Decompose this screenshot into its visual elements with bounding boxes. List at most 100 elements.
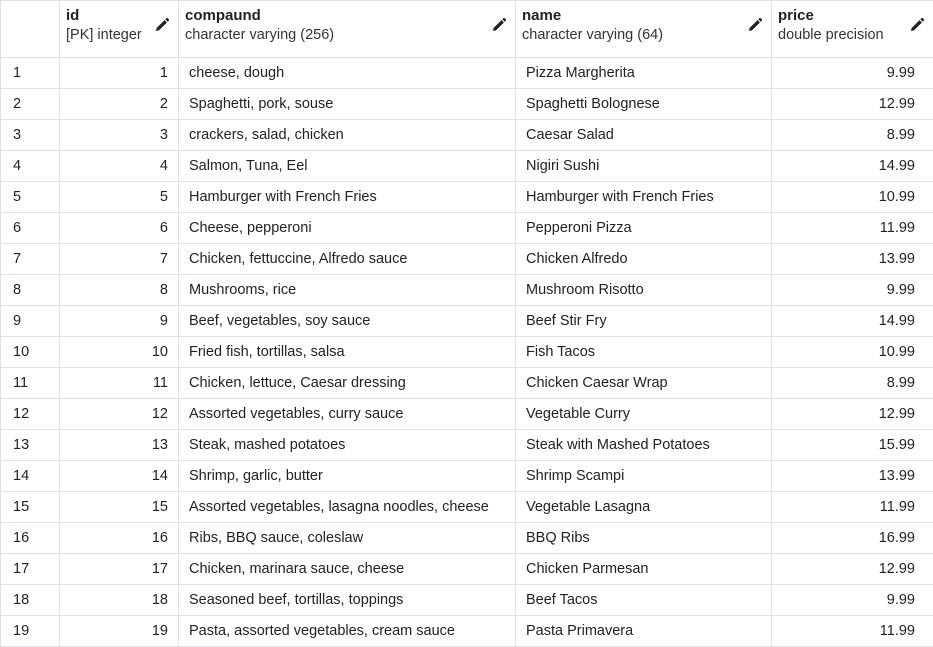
name-cell[interactable]: Vegetable Lasagna bbox=[515, 491, 772, 523]
price-cell[interactable]: 10.99 bbox=[771, 336, 933, 368]
row-number-cell[interactable]: 14 bbox=[0, 460, 60, 492]
price-cell[interactable]: 12.99 bbox=[771, 88, 933, 120]
name-cell[interactable]: Shrimp Scampi bbox=[515, 460, 772, 492]
pencil-icon[interactable] bbox=[909, 17, 925, 33]
price-cell[interactable]: 11.99 bbox=[771, 491, 933, 523]
name-cell[interactable]: Beef Tacos bbox=[515, 584, 772, 616]
id-cell[interactable]: 12 bbox=[59, 398, 179, 430]
row-number-cell[interactable]: 11 bbox=[0, 367, 60, 399]
table-row[interactable]: 7 7 Chicken, fettuccine, Alfredo sauce Chic… bbox=[0, 243, 933, 275]
column-header-price[interactable]: price double precision bbox=[771, 0, 933, 58]
name-cell[interactable]: Mushroom Risotto bbox=[515, 274, 772, 306]
compaund-cell[interactable]: Assorted vegetables, lasagna noodles, ch… bbox=[178, 491, 516, 523]
price-cell[interactable]: 13.99 bbox=[771, 243, 933, 275]
table-row[interactable]: 8 8 Mushrooms, rice Mushroom Risotto 9.99 bbox=[0, 274, 933, 306]
id-cell[interactable]: 16 bbox=[59, 522, 179, 554]
compaund-cell[interactable]: Spaghetti, pork, souse bbox=[178, 88, 516, 120]
id-cell[interactable]: 13 bbox=[59, 429, 179, 461]
name-cell[interactable]: Chicken Parmesan bbox=[515, 553, 772, 585]
row-number-cell[interactable]: 12 bbox=[0, 398, 60, 430]
table-row[interactable]: 15 15 Assorted vegetables, lasagna noodles… bbox=[0, 491, 933, 523]
table-row[interactable]: 4 4 Salmon, Tuna, Eel Nigiri Sushi 14.99 bbox=[0, 150, 933, 182]
compaund-cell[interactable]: Chicken, marinara sauce, cheese bbox=[178, 553, 516, 585]
name-cell[interactable]: Spaghetti Bolognese bbox=[515, 88, 772, 120]
price-cell[interactable]: 16.99 bbox=[771, 522, 933, 554]
table-row[interactable]: 9 9 Beef, vegetables, soy sauce Beef Stir F… bbox=[0, 305, 933, 337]
name-cell[interactable]: Beef Stir Fry bbox=[515, 305, 772, 337]
id-cell[interactable]: 17 bbox=[59, 553, 179, 585]
price-cell[interactable]: 12.99 bbox=[771, 398, 933, 430]
id-cell[interactable]: 6 bbox=[59, 212, 179, 244]
id-cell[interactable]: 19 bbox=[59, 615, 179, 647]
row-number-cell[interactable]: 8 bbox=[0, 274, 60, 306]
table-row[interactable]: 5 5 Hamburger with French Fries Hamburger w… bbox=[0, 181, 933, 213]
id-cell[interactable]: 14 bbox=[59, 460, 179, 492]
name-cell[interactable]: Hamburger with French Fries bbox=[515, 181, 772, 213]
name-cell[interactable]: Steak with Mashed Potatoes bbox=[515, 429, 772, 461]
name-cell[interactable]: Chicken Caesar Wrap bbox=[515, 367, 772, 399]
row-number-cell[interactable]: 2 bbox=[0, 88, 60, 120]
table-row[interactable]: 12 12 Assorted vegetables, curry sauce Vege… bbox=[0, 398, 933, 430]
id-cell[interactable]: 4 bbox=[59, 150, 179, 182]
compaund-cell[interactable]: Seasoned beef, tortillas, toppings bbox=[178, 584, 516, 616]
table-row[interactable]: 6 6 Cheese, pepperoni Pepperoni Pizza 11.99 bbox=[0, 212, 933, 244]
id-cell[interactable]: 3 bbox=[59, 119, 179, 151]
compaund-cell[interactable]: cheese, dough bbox=[178, 57, 516, 89]
row-number-cell[interactable]: 19 bbox=[0, 615, 60, 647]
name-cell[interactable]: Caesar Salad bbox=[515, 119, 772, 151]
row-number-header[interactable] bbox=[0, 0, 60, 58]
id-cell[interactable]: 8 bbox=[59, 274, 179, 306]
compaund-cell[interactable]: Assorted vegetables, curry sauce bbox=[178, 398, 516, 430]
pencil-icon[interactable] bbox=[154, 17, 170, 33]
price-cell[interactable]: 12.99 bbox=[771, 553, 933, 585]
table-row[interactable]: 19 19 Pasta, assorted vegetables, cream sa… bbox=[0, 615, 933, 647]
compaund-cell[interactable]: Steak, mashed potatoes bbox=[178, 429, 516, 461]
id-cell[interactable]: 2 bbox=[59, 88, 179, 120]
id-cell[interactable]: 1 bbox=[59, 57, 179, 89]
name-cell[interactable]: Vegetable Curry bbox=[515, 398, 772, 430]
price-cell[interactable]: 11.99 bbox=[771, 212, 933, 244]
id-cell[interactable]: 11 bbox=[59, 367, 179, 399]
price-cell[interactable]: 14.99 bbox=[771, 305, 933, 337]
name-cell[interactable]: Nigiri Sushi bbox=[515, 150, 772, 182]
compaund-cell[interactable]: Chicken, lettuce, Caesar dressing bbox=[178, 367, 516, 399]
table-row[interactable]: 2 2 Spaghetti, pork, souse Spaghetti Bologn… bbox=[0, 88, 933, 120]
row-number-cell[interactable]: 9 bbox=[0, 305, 60, 337]
id-cell[interactable]: 5 bbox=[59, 181, 179, 213]
pencil-icon[interactable] bbox=[491, 17, 507, 33]
table-row[interactable]: 18 18 Seasoned beef, tortillas, toppings Be… bbox=[0, 584, 933, 616]
compaund-cell[interactable]: Cheese, pepperoni bbox=[178, 212, 516, 244]
compaund-cell[interactable]: Shrimp, garlic, butter bbox=[178, 460, 516, 492]
row-number-cell[interactable]: 18 bbox=[0, 584, 60, 616]
price-cell[interactable]: 15.99 bbox=[771, 429, 933, 461]
row-number-cell[interactable]: 15 bbox=[0, 491, 60, 523]
table-row[interactable]: 11 11 Chicken, lettuce, Caesar dressing Chi… bbox=[0, 367, 933, 399]
column-header-id[interactable]: id [PK] integer bbox=[59, 0, 179, 58]
id-cell[interactable]: 15 bbox=[59, 491, 179, 523]
compaund-cell[interactable]: Ribs, BBQ sauce, coleslaw bbox=[178, 522, 516, 554]
row-number-cell[interactable]: 17 bbox=[0, 553, 60, 585]
name-cell[interactable]: Pepperoni Pizza bbox=[515, 212, 772, 244]
price-cell[interactable]: 11.99 bbox=[771, 615, 933, 647]
id-cell[interactable]: 10 bbox=[59, 336, 179, 368]
id-cell[interactable]: 9 bbox=[59, 305, 179, 337]
price-cell[interactable]: 13.99 bbox=[771, 460, 933, 492]
row-number-cell[interactable]: 6 bbox=[0, 212, 60, 244]
name-cell[interactable]: Pizza Margherita bbox=[515, 57, 772, 89]
price-cell[interactable]: 9.99 bbox=[771, 274, 933, 306]
price-cell[interactable]: 14.99 bbox=[771, 150, 933, 182]
row-number-cell[interactable]: 16 bbox=[0, 522, 60, 554]
name-cell[interactable]: BBQ Ribs bbox=[515, 522, 772, 554]
table-row[interactable]: 13 13 Steak, mashed potatoes Steak with Mas… bbox=[0, 429, 933, 461]
id-cell[interactable]: 18 bbox=[59, 584, 179, 616]
name-cell[interactable]: Chicken Alfredo bbox=[515, 243, 772, 275]
compaund-cell[interactable]: Salmon, Tuna, Eel bbox=[178, 150, 516, 182]
table-row[interactable]: 1 1 cheese, dough Pizza Margherita 9.99 bbox=[0, 57, 933, 89]
price-cell[interactable]: 9.99 bbox=[771, 57, 933, 89]
compaund-cell[interactable]: Beef, vegetables, soy sauce bbox=[178, 305, 516, 337]
name-cell[interactable]: Fish Tacos bbox=[515, 336, 772, 368]
compaund-cell[interactable]: crackers, salad, chicken bbox=[178, 119, 516, 151]
price-cell[interactable]: 8.99 bbox=[771, 119, 933, 151]
compaund-cell[interactable]: Mushrooms, rice bbox=[178, 274, 516, 306]
price-cell[interactable]: 8.99 bbox=[771, 367, 933, 399]
